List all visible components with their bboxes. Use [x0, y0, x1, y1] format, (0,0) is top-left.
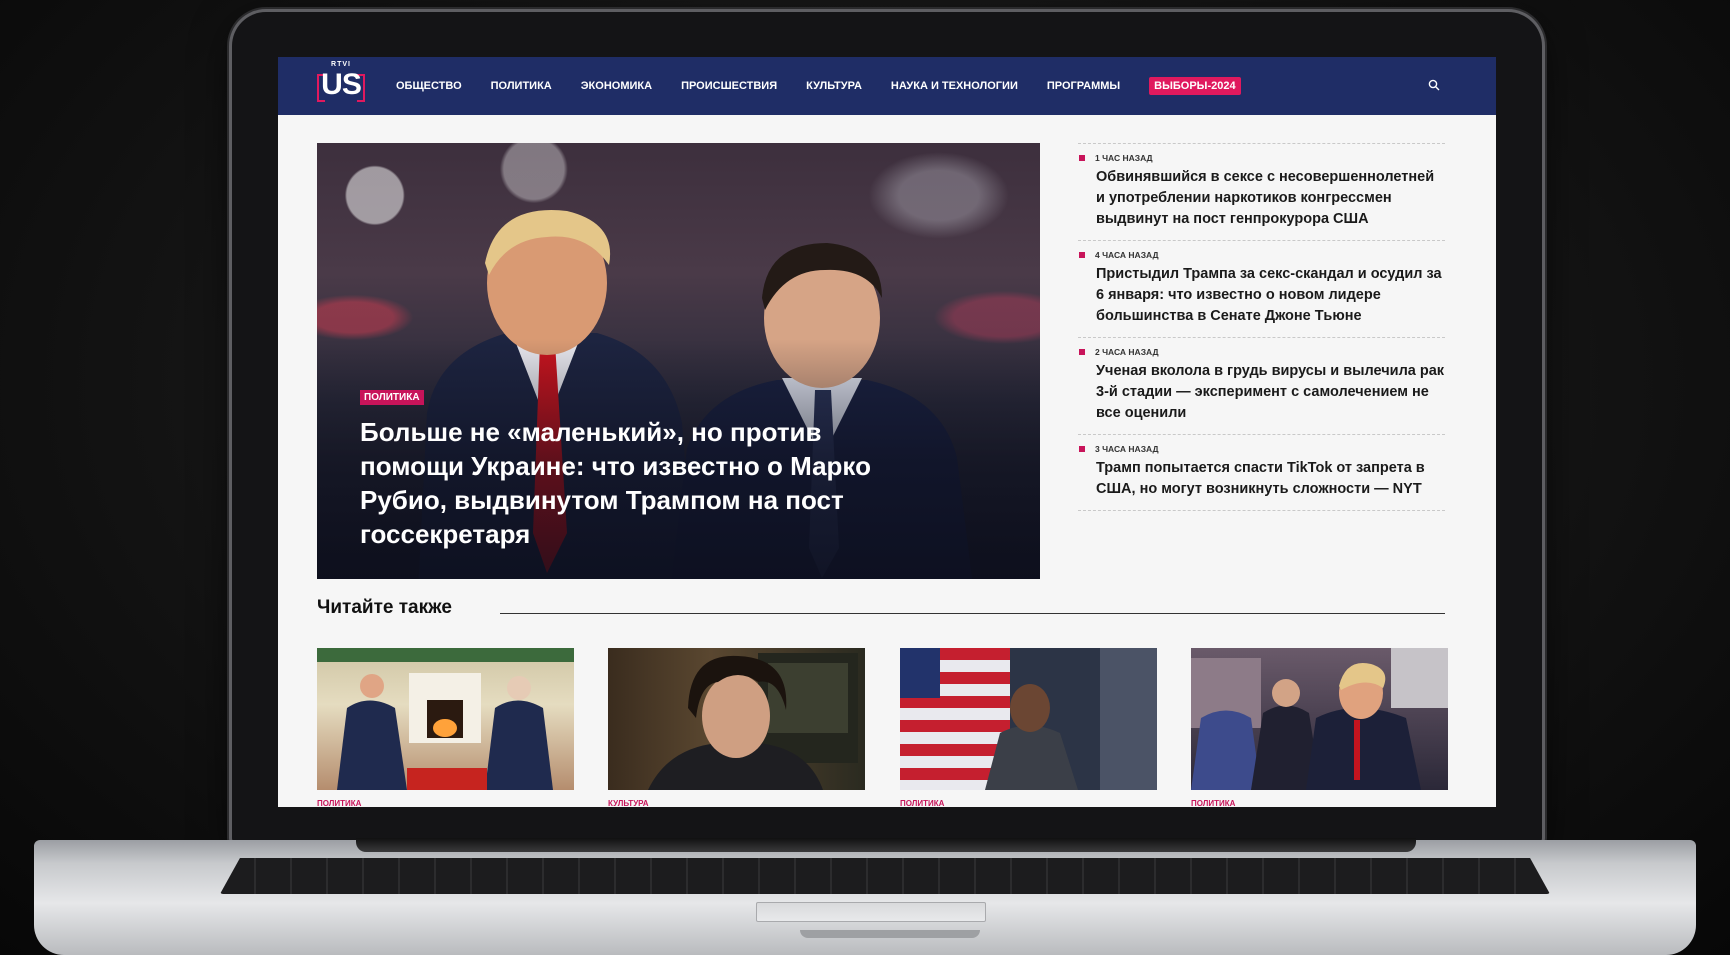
- card-category-tag[interactable]: ПОЛИТИКА: [317, 799, 574, 807]
- logo-rtvi-text: RTVI: [331, 61, 351, 68]
- news-headline[interactable]: Обвинявшийся в сексе с несовершеннолетне…: [1096, 167, 1445, 230]
- read-also-divider: [500, 613, 1445, 614]
- news-meta: 3 ЧАСА НАЗАД: [1079, 444, 1445, 454]
- site-header: RTVI US ОБЩЕСТВО ПОЛИТИКА ЭКОНОМИКА ПРОИ…: [278, 57, 1496, 115]
- card-image-flag-speaker[interactable]: [900, 648, 1157, 790]
- hero-article[interactable]: ПОЛИТИКА Больше не «маленький», но проти…: [317, 143, 1040, 579]
- card-illustration: [900, 648, 1157, 790]
- related-article-card[interactable]: ПОЛИТИКА: [317, 648, 574, 807]
- nav-item-incidents[interactable]: ПРОИСШЕСТВИЯ: [681, 80, 777, 92]
- news-item[interactable]: 2 ЧАСА НАЗАД Ученая вколола в грудь виру…: [1078, 337, 1445, 434]
- news-item[interactable]: 3 ЧАСА НАЗАД Трамп попытается спасти Tik…: [1078, 434, 1445, 511]
- laptop-trackpad: [756, 902, 986, 922]
- nav-item-culture[interactable]: КУЛЬТУРА: [806, 80, 862, 92]
- read-also-title: Читайте также: [317, 597, 452, 618]
- news-bullet: [1079, 446, 1085, 452]
- related-article-card[interactable]: ПОЛИТИКА: [900, 648, 1157, 807]
- laptop-keyboard: [220, 858, 1550, 894]
- logo-us-text: US: [321, 68, 362, 101]
- news-item[interactable]: 4 ЧАСА НАЗАД Пристыдил Трампа за секс-ск…: [1078, 240, 1445, 337]
- laptop-screen: RTVI US ОБЩЕСТВО ПОЛИТИКА ЭКОНОМИКА ПРОИ…: [278, 57, 1496, 807]
- news-meta: 2 ЧАСА НАЗАД: [1079, 347, 1445, 357]
- nav-item-society[interactable]: ОБЩЕСТВО: [396, 80, 462, 92]
- news-headline[interactable]: Пристыдил Трампа за секс-скандал и осуди…: [1096, 264, 1445, 327]
- card-category-tag[interactable]: КУЛЬТУРА: [608, 799, 865, 807]
- main-nav: ОБЩЕСТВО ПОЛИТИКА ЭКОНОМИКА ПРОИСШЕСТВИЯ…: [396, 57, 1241, 115]
- news-bullet: [1079, 349, 1085, 355]
- read-also-header: Читайте также: [317, 595, 1445, 627]
- news-meta: 1 ЧАС НАЗАД: [1079, 153, 1445, 163]
- related-article-card[interactable]: ПОЛИТИКА: [1191, 648, 1448, 807]
- hero-headline[interactable]: Больше не «маленький», но против помощи …: [360, 415, 920, 551]
- nav-item-politics[interactable]: ПОЛИТИКА: [491, 80, 552, 92]
- news-bullet: [1079, 252, 1085, 258]
- news-meta: 4 ЧАСА НАЗАД: [1079, 250, 1445, 260]
- nav-item-programs[interactable]: ПРОГРАММЫ: [1047, 80, 1120, 92]
- card-image-event[interactable]: [1191, 648, 1448, 790]
- related-article-card[interactable]: КУЛЬТУРА: [608, 648, 865, 807]
- news-time: 1 ЧАС НАЗАД: [1095, 153, 1153, 163]
- news-bullet: [1079, 155, 1085, 161]
- news-time: 4 ЧАСА НАЗАД: [1095, 250, 1159, 260]
- hero-category-tag[interactable]: ПОЛИТИКА: [360, 390, 424, 405]
- news-headline[interactable]: Трамп попытается спасти TikTok от запрет…: [1096, 458, 1445, 500]
- laptop-front-notch: [800, 930, 980, 938]
- nav-item-elections[interactable]: ВЫБОРЫ-2024: [1149, 77, 1241, 95]
- search-icon[interactable]: [1428, 79, 1440, 91]
- site-logo[interactable]: RTVI US: [315, 61, 367, 108]
- card-illustration: [317, 648, 574, 790]
- nav-item-economy[interactable]: ЭКОНОМИКА: [581, 80, 652, 92]
- card-image-portrait[interactable]: [608, 648, 865, 790]
- news-item[interactable]: 1 ЧАС НАЗАД Обвинявшийся в сексе с несов…: [1078, 143, 1445, 240]
- news-time: 3 ЧАСА НАЗАД: [1095, 444, 1159, 454]
- card-image-oval-office[interactable]: [317, 648, 574, 790]
- card-illustration: [648, 653, 858, 790]
- card-category-tag[interactable]: ПОЛИТИКА: [1191, 799, 1448, 807]
- laptop-hinge: [356, 838, 1416, 852]
- card-category-tag[interactable]: ПОЛИТИКА: [900, 799, 1157, 807]
- nav-item-science[interactable]: НАУКА И ТЕХНОЛОГИИ: [891, 80, 1018, 92]
- latest-news-list: 1 ЧАС НАЗАД Обвинявшийся в сексе с несов…: [1078, 143, 1445, 511]
- news-headline[interactable]: Ученая вколола в грудь вирусы и вылечила…: [1096, 361, 1445, 424]
- card-illustration: [1191, 648, 1448, 790]
- news-time: 2 ЧАСА НАЗАД: [1095, 347, 1159, 357]
